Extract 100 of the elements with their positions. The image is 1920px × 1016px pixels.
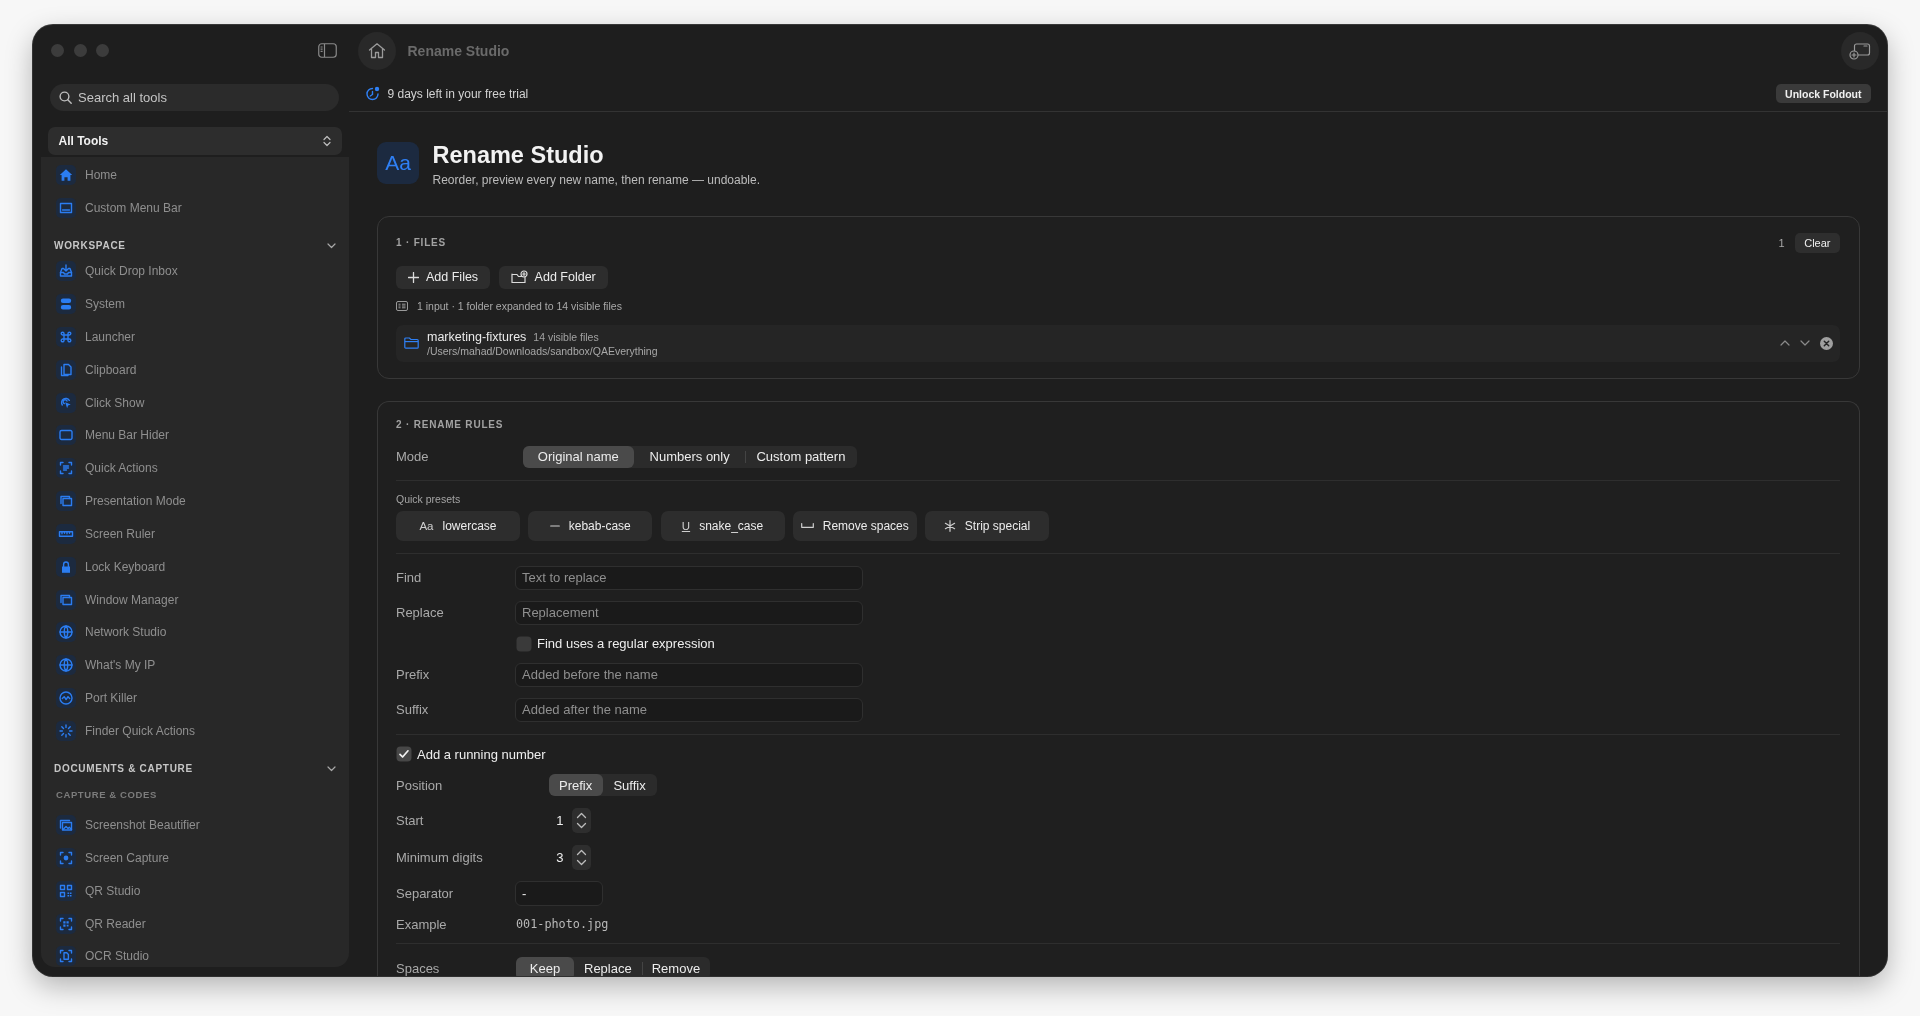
sidebar-toggle-icon[interactable]: [318, 43, 337, 58]
stacked-windows-icon: [56, 589, 76, 610]
sidebar-item[interactable]: Screenshot Beautifier: [47, 814, 343, 837]
text-input[interactable]: -: [515, 880, 603, 906]
folder-name: marketing-fixtures: [427, 329, 527, 344]
unlock-button[interactable]: Unlock Foldout: [1775, 84, 1871, 103]
number-field[interactable]: 1: [552, 813, 564, 829]
sidebar-item[interactable]: Quick Actions: [47, 457, 343, 480]
house-icon: [56, 164, 76, 185]
window-plus-icon: [1849, 41, 1871, 60]
scan-lines-icon: [56, 458, 76, 479]
segment-option[interactable]: Remove: [641, 956, 711, 976]
sidebar-item[interactable]: OCR Studio: [47, 945, 343, 967]
sidebar-item[interactable]: Finder Quick Actions: [47, 719, 343, 742]
segmented-control[interactable]: Original name Numbers only Custom pattern: [522, 445, 857, 468]
page-title: Rename Studio: [432, 141, 604, 168]
list-icon: [396, 300, 408, 311]
space-bar-icon: [800, 523, 814, 529]
asterisk-icon: [943, 519, 956, 532]
sidebar-item[interactable]: QR Studio: [47, 879, 343, 902]
segment-option[interactable]: Numbers only: [634, 445, 746, 468]
preset-button[interactable]: U snake_case: [660, 510, 785, 541]
ruler-icon: [56, 523, 76, 544]
field-label: Prefix: [396, 667, 430, 683]
summary-text: 1 input · 1 folder expanded to 14 visible files: [417, 299, 622, 312]
stacked-windows-icon: [56, 491, 76, 512]
group-label: CAPTURE & CODES: [55, 789, 158, 802]
search-field[interactable]: Search all tools: [50, 84, 339, 111]
menu-bar-icon: [56, 197, 76, 218]
pulse-circle-icon: [56, 688, 76, 708]
segment-option[interactable]: Original name: [522, 445, 634, 468]
qr-code-icon: [56, 880, 76, 901]
segmented-control[interactable]: Keep Replace Remove: [516, 956, 711, 976]
preset-button[interactable]: Remove spaces: [792, 510, 917, 541]
sidebar-item[interactable]: Clipboard: [47, 358, 343, 381]
add-files-button[interactable]: Add Files: [396, 265, 491, 289]
checkbox-label: Add a running number: [417, 746, 546, 762]
sidebar-item[interactable]: Screen Ruler: [47, 522, 343, 545]
field-label: Suffix: [396, 702, 429, 718]
chevron-up-icon[interactable]: [1780, 340, 1790, 347]
field-label: Start: [396, 813, 424, 829]
example-filename: 001-photo.jpg: [516, 917, 609, 932]
sidebar-item[interactable]: Quick Drop Inbox: [47, 260, 343, 283]
text-input[interactable]: Text to replace: [515, 565, 863, 590]
segmented-control[interactable]: Prefix Suffix: [548, 773, 657, 797]
checkbox[interactable]: [516, 635, 532, 652]
sidebar-item[interactable]: Port Killer: [47, 687, 343, 709]
dash-icon: [549, 524, 560, 527]
search-icon: [59, 90, 72, 104]
section-title: 1 · FILES: [396, 236, 446, 249]
preset-button[interactable]: Aa lowercase: [396, 510, 520, 541]
section-header[interactable]: DOCUMENTS & CAPTURE: [41, 760, 349, 777]
globe-icon: [56, 622, 76, 643]
qr-scan-icon: [56, 913, 76, 934]
sidebar-item[interactable]: Click Show: [47, 391, 343, 414]
stepper-icon[interactable]: [571, 808, 591, 834]
field-label: Spaces: [396, 960, 440, 976]
clear-button[interactable]: Clear: [1794, 232, 1840, 253]
text-input[interactable]: Added after the name: [515, 697, 863, 722]
segment-option[interactable]: Replace: [574, 956, 642, 976]
segment-option[interactable]: Custom pattern: [745, 445, 857, 468]
preset-button[interactable]: kebab-case: [528, 510, 653, 541]
checkbox-label: Find uses a regular expression: [537, 636, 715, 652]
folder-plus-icon: [510, 270, 528, 285]
text-input[interactable]: Added before the name: [515, 662, 863, 687]
chevron-down-icon[interactable]: [1799, 340, 1810, 347]
text-input[interactable]: Replacement: [515, 600, 863, 625]
checkbox[interactable]: [396, 746, 412, 763]
tray-download-icon: [56, 261, 76, 282]
segment-option[interactable]: Suffix: [602, 773, 657, 797]
stepper-icon[interactable]: [571, 845, 591, 871]
preset-button[interactable]: Strip special: [925, 510, 1049, 541]
section-title: 2 · RENAME RULES: [396, 418, 504, 431]
sidebar-item[interactable]: Launcher: [47, 326, 343, 349]
sidebar-item[interactable]: Screen Capture: [47, 847, 343, 869]
sidebar-item[interactable]: System: [47, 293, 343, 316]
section-header[interactable]: WORKSPACE: [41, 237, 349, 254]
sidebar-item[interactable]: Window Manager: [47, 588, 343, 611]
field-label: Separator: [396, 885, 454, 901]
sidebar-item[interactable]: What's My IP: [47, 654, 343, 677]
sidebar-item[interactable]: QR Reader: [47, 912, 343, 935]
sidebar-item[interactable]: Lock Keyboard: [47, 555, 343, 578]
scope-dropdown[interactable]: All Tools: [48, 127, 342, 155]
presets-label: Quick presets: [396, 492, 461, 505]
number-field[interactable]: 3: [552, 850, 564, 866]
segment-option[interactable]: Keep: [516, 956, 574, 976]
sidebar-item[interactable]: Menu Bar Hider: [47, 424, 343, 447]
segment-option[interactable]: Prefix: [548, 773, 603, 797]
close-icon[interactable]: [1819, 336, 1833, 350]
folder-file-count: 14 visible files: [533, 329, 599, 344]
plus-icon: [408, 271, 419, 283]
field-label: Mode: [396, 449, 429, 465]
add-folder-button[interactable]: Add Folder: [498, 265, 608, 289]
new-window-button[interactable]: [1841, 31, 1879, 70]
sidebar-item[interactable]: Custom Menu Bar: [47, 196, 343, 219]
trial-notice: 9 days left in your free trial: [387, 86, 529, 101]
photo-stack-icon: [56, 815, 76, 836]
sidebar-item[interactable]: Presentation Mode: [47, 490, 343, 513]
sidebar-item[interactable]: Network Studio: [47, 621, 343, 644]
sidebar-item[interactable]: Home: [47, 163, 343, 186]
